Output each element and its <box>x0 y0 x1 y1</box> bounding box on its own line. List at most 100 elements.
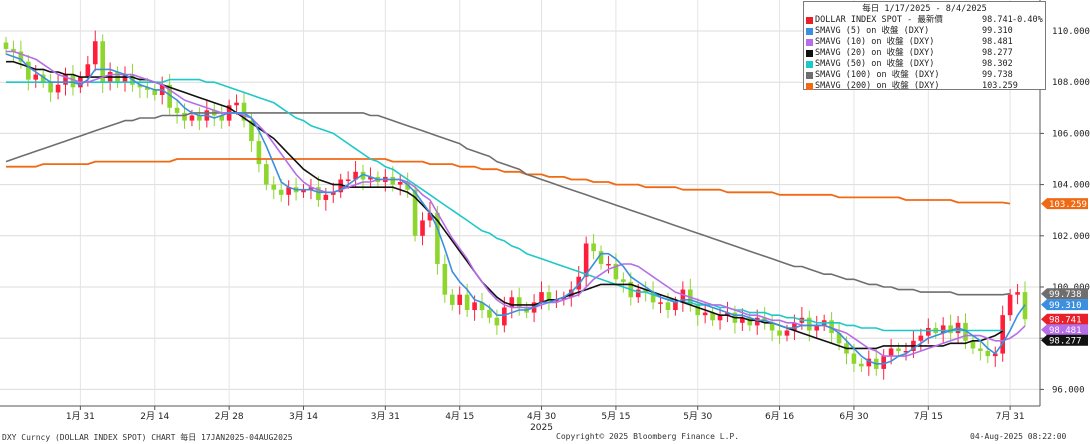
footer-timestamp: 04-Aug-2025 08:22:00 <box>970 432 1067 441</box>
candle-body <box>48 82 53 93</box>
x-tick-label: 7月 31 <box>996 411 1025 422</box>
candle-body <box>665 302 671 311</box>
value-tag-text: 98.481 <box>1049 326 1082 336</box>
candle-body <box>442 263 448 295</box>
candle-body <box>464 294 470 311</box>
candle-body <box>658 302 663 304</box>
legend-row: SMAVG (10) on 收盤 (DXY) 98.481 <box>804 37 1045 48</box>
x-tick-label: 6月 16 <box>765 411 794 422</box>
candle-body <box>264 164 269 185</box>
legend-swatch <box>806 72 813 79</box>
candle-body <box>256 141 262 165</box>
value-tag-text: 103.259 <box>1049 200 1087 210</box>
legend-date-range: 每日 1/17/2025 - 8/4/2025 <box>862 4 987 14</box>
value-tag-text: 98.741 <box>1049 315 1082 325</box>
candle-body <box>546 292 552 300</box>
candle-body <box>1000 315 1005 354</box>
candle-body <box>472 302 477 311</box>
candle-body <box>1007 294 1013 316</box>
candle-body <box>702 312 708 316</box>
candle-body <box>278 189 284 195</box>
legend-swatch <box>806 17 813 24</box>
x-tick-label: 4月 15 <box>445 411 474 422</box>
candle-body <box>3 42 9 49</box>
x-tick-label: 2月 28 <box>215 411 244 422</box>
y-tick-label: 104.000 <box>1052 181 1090 191</box>
x-tick-label: 5月 30 <box>683 411 712 422</box>
legend-series-change: -0.40% <box>1012 15 1043 25</box>
candle-body <box>926 327 931 336</box>
right-axis-value-tags: 103.259 99.73899.310 98.74198.48198.277 <box>1041 198 1088 346</box>
value-tag-text: 98.277 <box>1049 336 1082 346</box>
candle-body <box>55 84 61 93</box>
candle-body <box>182 112 187 121</box>
legend-series-value: 98.277 <box>982 48 1013 58</box>
y-tick-label: 102.000 <box>1052 232 1090 242</box>
candle-body <box>494 317 500 326</box>
x-tick-label: 4月 30 <box>527 411 556 422</box>
chart-legend: 每日 1/17/2025 - 8/4/2025 DOLLAR INDEX SPO… <box>803 1 1046 92</box>
x-tick-label: 1月 31 <box>66 411 95 422</box>
candle-body <box>397 182 403 185</box>
candle-body <box>323 194 329 200</box>
legend-swatch <box>806 28 813 35</box>
value-tag: 103.259 <box>1041 198 1088 210</box>
value-tag-text: 99.738 <box>1049 290 1082 300</box>
candle-body <box>851 353 857 364</box>
legend-series-value: 98.302 <box>982 59 1013 69</box>
legend-series-value: 99.310 <box>982 26 1013 36</box>
value-tag-text: 99.310 <box>1049 301 1082 311</box>
candle-body <box>33 74 39 80</box>
y-tick-label: 96.000 <box>1052 385 1085 395</box>
x-tick-label: 6月 30 <box>839 411 868 422</box>
legend-row: SMAVG (20) on 收盤 (DXY) 98.277 <box>804 48 1045 59</box>
legend-series-name: SMAVG (20) on 收盤 (DXY) <box>815 48 935 58</box>
candle-body <box>271 184 277 190</box>
candle-body <box>918 335 924 341</box>
value-tag: 98.277 <box>1041 334 1088 346</box>
candle-body <box>985 351 991 357</box>
candle-body <box>487 310 492 318</box>
candle-body <box>859 363 864 367</box>
legend-row: SMAVG (50) on 收盤 (DXY) 98.302 <box>804 59 1045 70</box>
footer-ticker-info: DXY Curncy (DOLLAR INDEX SPOT) CHART 每日 … <box>2 433 293 442</box>
value-tag: 99.738 <box>1041 288 1088 300</box>
candle-body <box>539 292 544 303</box>
value-tag: 99.310 <box>1041 299 1088 311</box>
x-tick-label: 2月 14 <box>140 411 169 422</box>
legend-series-name: DOLLAR INDEX SPOT - 最新價 <box>815 15 943 25</box>
x-tick-label: 5月 15 <box>601 411 630 422</box>
candle-body <box>449 294 455 305</box>
legend-series-name: SMAVG (200) on 收盤 (DXY) <box>815 81 940 91</box>
legend-swatch <box>806 50 813 57</box>
legend-series-value: 99.738 <box>982 70 1013 80</box>
candle-body <box>502 307 507 326</box>
candle-body <box>509 297 515 308</box>
candle-body <box>591 243 596 252</box>
candle-body <box>92 41 98 65</box>
legend-series-name: SMAVG (100) on 收盤 (DXY) <box>815 70 940 80</box>
legend-swatch <box>806 61 813 68</box>
candle-body <box>85 64 91 78</box>
candle-body <box>189 115 195 121</box>
candle-body <box>621 279 626 282</box>
candle-body <box>457 294 463 305</box>
y-tick-label: 110.000 <box>1052 27 1090 37</box>
legend-row: SMAVG (5) on 收盤 (DXY) 99.310 <box>804 26 1045 37</box>
candle-body <box>896 348 901 351</box>
candle-body <box>777 330 782 336</box>
legend-swatch <box>806 83 813 90</box>
legend-row: SMAVG (100) on 收盤 (DXY) 99.738 <box>804 70 1045 81</box>
x-tick-label: 3月 31 <box>371 411 400 422</box>
legend-row: SMAVG (200) on 收盤 (DXY) 103.259 <box>804 81 1045 92</box>
value-tag: 98.481 <box>1041 324 1088 336</box>
legend-series-value: 98.741 <box>982 15 1013 25</box>
candle-body <box>888 348 894 357</box>
legend-series-name: SMAVG (10) on 收盤 (DXY) <box>815 37 935 47</box>
legend-series-name: SMAVG (5) on 收盤 (DXY) <box>815 26 930 36</box>
candle-body <box>345 179 351 181</box>
candle-body <box>516 297 522 308</box>
legend-row: DOLLAR INDEX SPOT - 最新價 98.741 -0.40% <box>804 15 1045 26</box>
y-tick-label: 108.000 <box>1052 78 1090 88</box>
candle-body <box>174 107 180 113</box>
